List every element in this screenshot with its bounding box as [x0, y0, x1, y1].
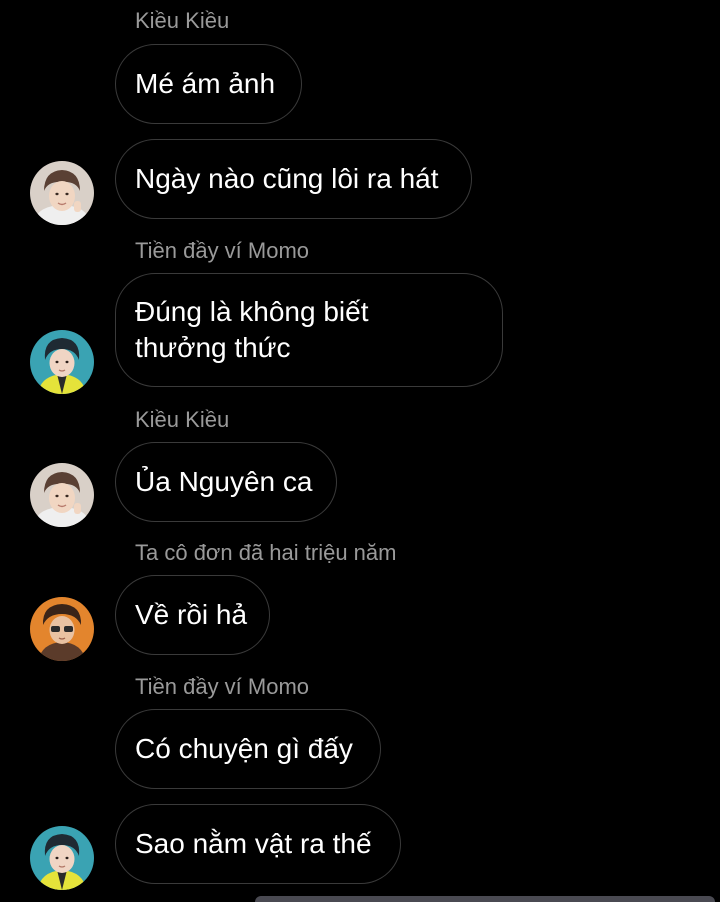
avatar-ta-co-don[interactable] — [30, 597, 94, 661]
sender-name: Kiều Kiều — [135, 8, 230, 33]
avatar-tien-day-vi-momo[interactable] — [30, 826, 94, 890]
avatar-tien-day-vi-momo-image — [30, 826, 94, 890]
message-text: Về rồi hả — [135, 599, 248, 630]
message-bubble[interactable]: Ủa Nguyên ca — [115, 442, 337, 522]
message-bubble[interactable]: Về rồi hả — [115, 575, 270, 655]
message-text-line: thưởng thức — [135, 332, 291, 363]
chat-thread: Kiều Kiều Mé ám ảnh Ngày nào cũng lôi ra… — [0, 0, 720, 902]
message-text: Mé ám ảnh — [135, 68, 276, 99]
message-bubble[interactable]: Sao nằm vật ra thế — [115, 804, 401, 884]
sender-name: Kiều Kiều — [135, 407, 230, 432]
bottom-sheet-edge — [255, 896, 715, 902]
avatar-ta-co-don-image — [30, 597, 94, 661]
avatar-kieu-kieu-image — [30, 463, 94, 527]
avatar-tien-day-vi-momo-image — [30, 330, 94, 394]
message-text-line: Đúng là không biết — [135, 296, 369, 327]
message-bubble[interactable]: Mé ám ảnh — [115, 44, 302, 124]
message-bubble[interactable]: Có chuyện gì đấy — [115, 709, 381, 789]
message-text: Ngày nào cũng lôi ra hát — [135, 163, 439, 194]
avatar-tien-day-vi-momo[interactable] — [30, 330, 94, 394]
sender-name: Tiền đầy ví Momo — [135, 674, 310, 699]
message-text: Ủa Nguyên ca — [135, 466, 313, 497]
message-bubble[interactable]: Ngày nào cũng lôi ra hát — [115, 139, 472, 219]
avatar-kieu-kieu[interactable] — [30, 463, 94, 527]
avatar-kieu-kieu[interactable] — [30, 161, 94, 225]
avatar-kieu-kieu-image — [30, 161, 94, 225]
sender-name: Tiền đầy ví Momo — [135, 238, 310, 263]
message-text: Có chuyện gì đấy — [135, 733, 353, 764]
message-text: Sao nằm vật ra thế — [135, 828, 372, 859]
sender-name: Ta cô đơn đã hai triệu năm — [135, 540, 397, 565]
message-bubble[interactable]: Đúng là không biết thưởng thức — [115, 273, 503, 387]
